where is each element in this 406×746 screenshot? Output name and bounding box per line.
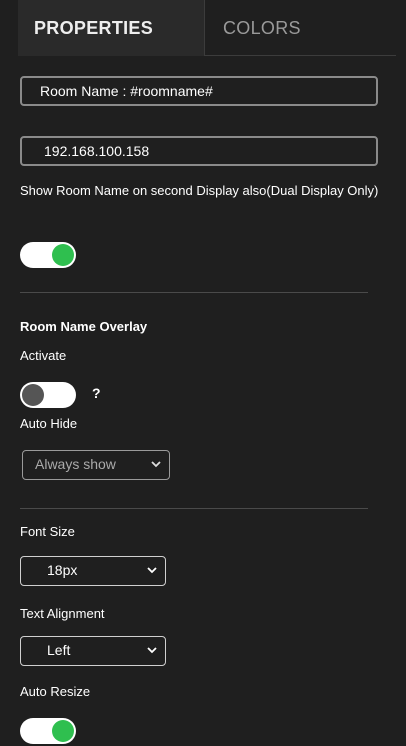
divider [20, 292, 368, 293]
auto-resize-label: Auto Resize [20, 684, 91, 699]
divider [20, 508, 368, 509]
question-icon[interactable]: ? [92, 385, 101, 401]
text-alignment-select[interactable]: Left [20, 636, 166, 666]
toggle-knob [52, 720, 74, 742]
chevron-down-icon [151, 451, 161, 478]
auto-hide-label: Auto Hide [20, 416, 78, 431]
tab-properties[interactable]: PROPERTIES [18, 0, 204, 56]
font-size-label: Font Size [20, 524, 75, 539]
auto-hide-value: Always show [35, 456, 116, 472]
overlay-heading: Room Name Overlay [20, 319, 148, 334]
toggle-knob [22, 384, 44, 406]
room-name-input[interactable]: Room Name : #roomname# [20, 76, 378, 106]
font-size-select[interactable]: 18px [20, 556, 166, 586]
tab-colors[interactable]: COLORS [204, 0, 396, 56]
text-alignment-label: Text Alignment [20, 606, 105, 621]
dual-display-toggle[interactable] [20, 242, 76, 268]
toggle-knob [52, 244, 74, 266]
dual-display-label: Show Room Name on second Display also(Du… [20, 183, 379, 198]
auto-hide-select[interactable]: Always show [22, 450, 170, 480]
tab-bar: PROPERTIES COLORS [18, 0, 396, 56]
auto-resize-toggle[interactable] [20, 718, 76, 744]
activate-overlay-toggle[interactable] [20, 382, 76, 408]
chevron-down-icon [147, 637, 157, 664]
chevron-down-icon [147, 557, 157, 584]
activate-label: Activate [20, 348, 67, 363]
font-size-value: 18px [47, 562, 78, 578]
text-alignment-value: Left [47, 642, 71, 658]
ip-address-input[interactable]: 192.168.100.158 [20, 136, 378, 166]
